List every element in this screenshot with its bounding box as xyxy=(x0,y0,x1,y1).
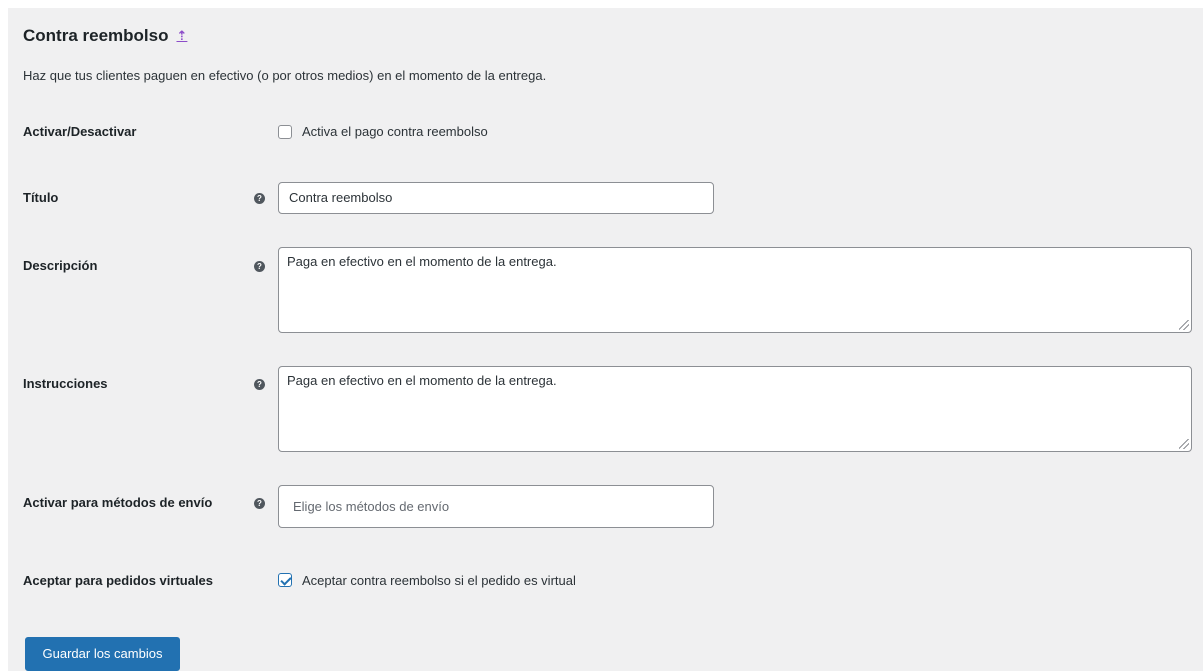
resize-grip-icon[interactable] xyxy=(1179,439,1189,449)
title-input[interactable]: Contra reembolso xyxy=(278,182,714,214)
description-label: Descripción xyxy=(23,258,98,273)
help-icon[interactable]: ? xyxy=(254,261,265,272)
instructions-textarea-value: Paga en efectivo en el momento de la ent… xyxy=(287,373,557,388)
description-textarea[interactable]: Paga en efectivo en el momento de la ent… xyxy=(278,247,1192,333)
return-link-icon[interactable]: ⇡ xyxy=(176,28,187,44)
enable-checkbox-label[interactable]: Activa el pago contra reembolso xyxy=(302,124,488,139)
virtual-orders-label: Aceptar para pedidos virtuales xyxy=(23,573,214,588)
section-description: Haz que tus clientes paguen en efectivo … xyxy=(23,68,547,83)
shipping-methods-label: Activar para métodos de envío xyxy=(23,495,213,510)
section-heading: Contra reembolso ⇡ xyxy=(23,26,187,46)
title-label: Título xyxy=(23,190,59,205)
settings-panel: Contra reembolso ⇡ Haz que tus clientes … xyxy=(8,8,1203,671)
save-button[interactable]: Guardar los cambios xyxy=(25,637,180,671)
help-icon[interactable]: ? xyxy=(254,498,265,509)
description-textarea-value: Paga en efectivo en el momento de la ent… xyxy=(287,254,557,269)
help-icon[interactable]: ? xyxy=(254,193,265,204)
instructions-textarea[interactable]: Paga en efectivo en el momento de la ent… xyxy=(278,366,1192,452)
enable-label: Activar/Desactivar xyxy=(23,124,137,139)
virtual-orders-checkbox-label[interactable]: Aceptar contra reembolso si el pedido es… xyxy=(302,573,576,588)
virtual-orders-checkbox[interactable] xyxy=(278,573,292,587)
enable-checkbox[interactable] xyxy=(278,125,292,139)
instructions-label: Instrucciones xyxy=(23,376,108,391)
resize-grip-icon[interactable] xyxy=(1179,320,1189,330)
help-icon[interactable]: ? xyxy=(254,379,265,390)
shipping-methods-select[interactable]: Elige los métodos de envío xyxy=(278,485,714,528)
section-title: Contra reembolso xyxy=(23,26,169,45)
